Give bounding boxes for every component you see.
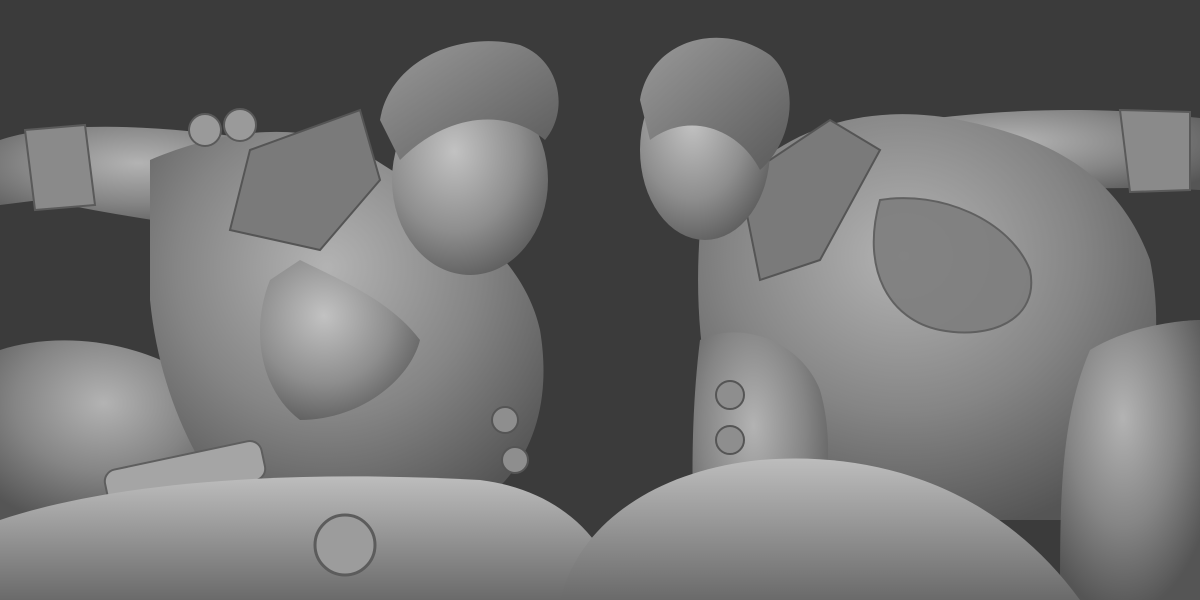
front-view [0, 41, 620, 600]
front-shoulder-button [223, 108, 257, 142]
back-sleeve-button [715, 380, 745, 410]
front-bike-cap [313, 513, 377, 577]
back-sleeve-cuff [1118, 108, 1191, 194]
front-shoulder-button [188, 113, 222, 147]
front-sleeve-button [501, 446, 529, 474]
front-sleeve-button [491, 406, 519, 434]
render-canvas [0, 0, 1200, 600]
sculpt-render [0, 37, 1200, 600]
back-sleeve-button [715, 425, 745, 455]
back-view [560, 37, 1200, 600]
front-sleeve-cuff [23, 123, 97, 212]
